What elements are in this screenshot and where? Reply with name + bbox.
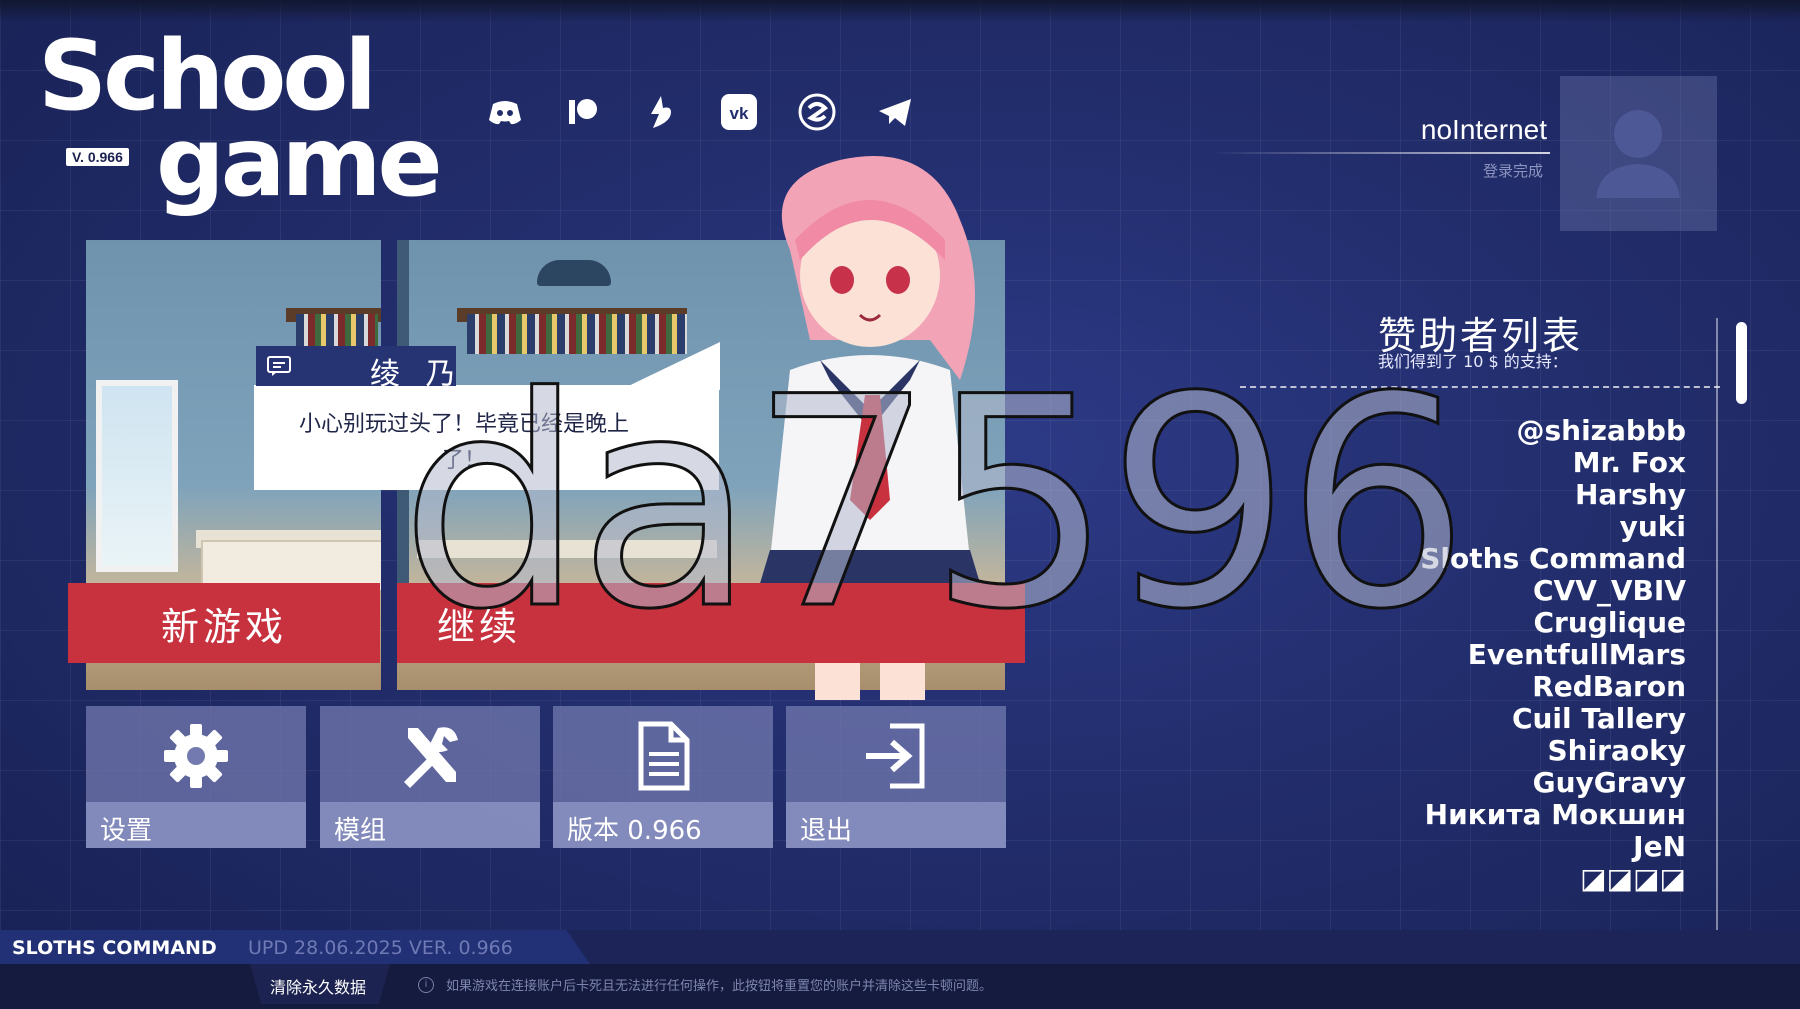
avatar[interactable] bbox=[1560, 76, 1717, 231]
discord-icon[interactable] bbox=[485, 92, 525, 132]
sponsor-name: JeN bbox=[1633, 830, 1686, 863]
speaker-name: 绫 乃 bbox=[370, 357, 464, 392]
exit-label: 退出 bbox=[800, 816, 853, 846]
username: noInternet bbox=[1420, 114, 1547, 145]
sponsor-name: yuki bbox=[1619, 510, 1686, 543]
sponsor-name: Mr. Fox bbox=[1572, 446, 1686, 479]
sponsors-rail bbox=[1716, 318, 1718, 930]
sponsor-name: EventfullMars bbox=[1467, 638, 1686, 671]
svg-text:vk: vk bbox=[730, 104, 749, 123]
document-icon bbox=[638, 721, 690, 791]
subscribestar-icon[interactable] bbox=[797, 92, 837, 132]
exit-button[interactable]: 退出 bbox=[786, 706, 1006, 848]
sponsors-divider bbox=[1240, 386, 1720, 388]
gear-icon bbox=[164, 724, 228, 788]
vk-icon[interactable]: vk bbox=[719, 92, 759, 132]
new-game-label: 新游戏 bbox=[160, 604, 287, 649]
sponsor-name: Cuil Tallery bbox=[1511, 702, 1686, 735]
telegram-icon[interactable] bbox=[875, 92, 915, 132]
sponsor-name: Никита Мокшин bbox=[1424, 798, 1686, 831]
bottom-bar: 清除永久数据 i 如果游戏在连接账户后卡死且无法进行任何操作，此按钮将重置您的账… bbox=[0, 964, 1800, 1009]
sponsor-name: CVV_VBIV bbox=[1533, 574, 1686, 607]
version-badge: V. 0.966 bbox=[66, 148, 129, 166]
settings-button[interactable]: 设置 bbox=[86, 706, 306, 848]
user-divider bbox=[1210, 152, 1550, 154]
info-icon: i bbox=[418, 977, 434, 993]
sponsor-name: Sloths Command bbox=[1420, 542, 1686, 575]
boosty-icon[interactable] bbox=[641, 92, 681, 132]
dialogue-text: 小心别玩过头了！毕竟已经是晚上了！ bbox=[298, 412, 629, 473]
sponsor-name: Cruglique bbox=[1533, 606, 1687, 639]
chat-icon bbox=[267, 356, 291, 376]
sponsors-subtitle: 我们得到了 10 $ 的支持： bbox=[1378, 352, 1568, 371]
continue-button[interactable]: 继续 bbox=[397, 583, 1025, 663]
continue-label: 继续 bbox=[437, 604, 522, 649]
version-button[interactable]: 版本 0.966 bbox=[553, 706, 773, 848]
settings-label: 设置 bbox=[100, 816, 153, 846]
top-shade bbox=[0, 0, 1800, 22]
clear-data-label: 清除永久数据 bbox=[270, 978, 367, 997]
dialogue-box: 小心别玩过头了！毕竟已经是晚上了！ bbox=[254, 385, 719, 490]
logo-game: game bbox=[156, 106, 443, 218]
sponsor-name: ◪◪◪◪ bbox=[1580, 862, 1686, 895]
sponsor-name: GuyGravy bbox=[1532, 766, 1686, 799]
tools-icon bbox=[404, 727, 458, 788]
sign-in-icon bbox=[866, 723, 925, 789]
clear-data-info: 如果游戏在连接账户后卡死且无法进行任何操作，此按钮将重置您的账户并清除这些卡顿问… bbox=[446, 979, 993, 994]
sponsors-list[interactable]: @shizabbb Mr. Fox Harshy yuki Sloths Com… bbox=[1380, 415, 1686, 895]
sponsor-name: Shiraoky bbox=[1547, 734, 1686, 767]
mods-label: 模组 bbox=[334, 816, 387, 846]
new-game-button[interactable]: 新游戏 bbox=[68, 583, 380, 663]
sponsor-name: RedBaron bbox=[1532, 670, 1686, 703]
avatar-placeholder-icon bbox=[1596, 110, 1680, 198]
studio-bar: SLOTHS COMMAND UPD 28.06.2025 VER. 0.966 bbox=[0, 930, 1800, 964]
studio-name: SLOTHS COMMAND bbox=[12, 937, 217, 959]
sponsor-name: Harshy bbox=[1575, 478, 1686, 511]
update-info: UPD 28.06.2025 VER. 0.966 bbox=[248, 937, 513, 959]
login-status: 登录完成 bbox=[1482, 162, 1543, 180]
patreon-icon[interactable] bbox=[563, 92, 603, 132]
speech-bubble-tail bbox=[620, 342, 720, 390]
game-logo: School V. 0.966 game bbox=[38, 28, 443, 210]
version-label: 版本 0.966 bbox=[567, 816, 702, 846]
social-links: vk bbox=[485, 92, 915, 132]
sponsor-name: @shizabbb bbox=[1516, 414, 1686, 447]
mods-button[interactable]: 模组 bbox=[320, 706, 540, 848]
sponsors-scrollbar[interactable] bbox=[1736, 322, 1747, 404]
